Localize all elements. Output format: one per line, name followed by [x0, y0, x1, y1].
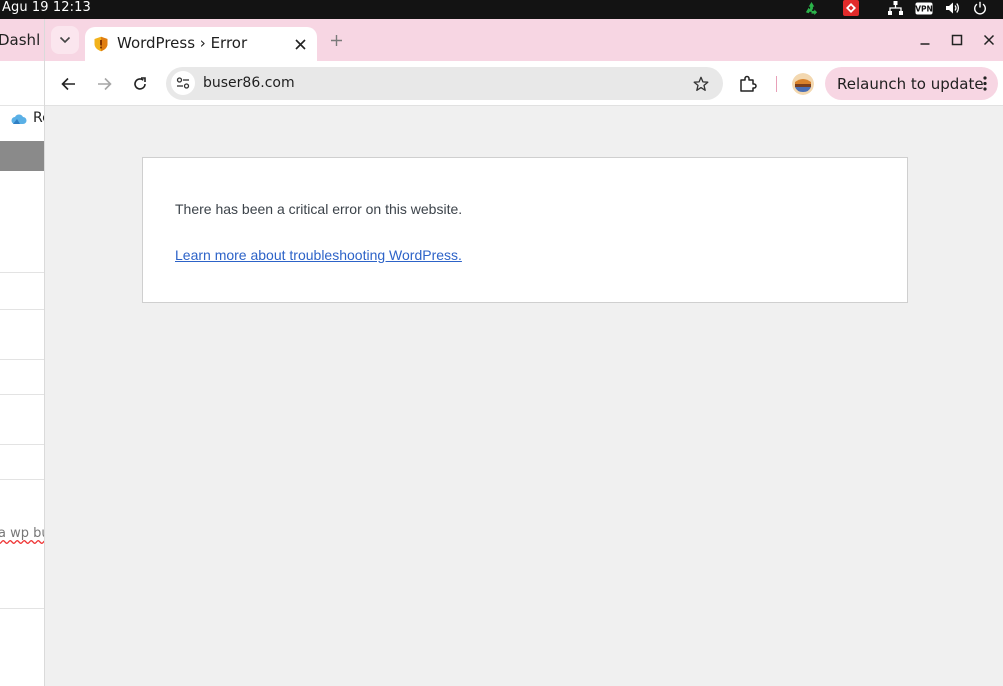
- reload-icon: [134, 77, 146, 90]
- minimize-button[interactable]: [915, 30, 935, 50]
- power-icon[interactable]: [971, 0, 989, 16]
- close-icon: [294, 38, 306, 50]
- menu-dots-icon[interactable]: [982, 75, 988, 92]
- puzzle-icon: [740, 75, 757, 92]
- error-message: There has been a critical error on this …: [175, 201, 463, 217]
- divider: [0, 394, 44, 395]
- anydesk-icon[interactable]: [842, 0, 860, 16]
- error-message-box: There has been a critical error on this …: [142, 157, 908, 303]
- relaunch-button[interactable]: Relaunch to update: [825, 67, 998, 100]
- background-tab-label: Dashl: [0, 31, 41, 49]
- back-button[interactable]: [53, 69, 83, 99]
- vpn-icon[interactable]: VPN: [914, 0, 934, 16]
- site-info-button[interactable]: [171, 71, 195, 95]
- troubleshooting-link[interactable]: Learn more about troubleshooting WordPre…: [175, 247, 462, 263]
- svg-text:VPN: VPN: [915, 4, 933, 13]
- shield-warning-icon: [93, 36, 109, 52]
- reload-button[interactable]: [125, 69, 155, 99]
- toolbar-separator: [776, 76, 777, 92]
- browser-toolbar: buser86.com Relaunch to update: [45, 61, 1003, 106]
- network-icon[interactable]: [886, 0, 904, 16]
- divider: [0, 359, 44, 360]
- background-bookmark-label: Re: [33, 110, 44, 126]
- extensions-button[interactable]: [737, 73, 759, 95]
- tune-icon: [176, 77, 190, 89]
- background-toolbar: [0, 61, 44, 106]
- browser-window: WordPress › Error buser86.com Relaunch t…: [45, 19, 1003, 686]
- arrow-right-icon: [97, 77, 112, 91]
- divider: [0, 479, 44, 480]
- forward-button[interactable]: [89, 69, 119, 99]
- volume-icon[interactable]: [943, 0, 961, 16]
- divider: [0, 309, 44, 310]
- background-tab[interactable]: Dashl: [0, 19, 44, 61]
- tab-title: WordPress › Error: [117, 34, 248, 52]
- chevron-down-icon: [59, 36, 71, 44]
- arrow-left-icon: [60, 77, 75, 91]
- page-content: There has been a critical error on this …: [45, 107, 1003, 686]
- background-bookmark[interactable]: Re: [0, 107, 44, 131]
- close-window-button[interactable]: [979, 30, 999, 50]
- plus-icon: [330, 34, 342, 46]
- background-browser-window[interactable]: Dashl Re a wp bu: [0, 19, 45, 686]
- tab-close-button[interactable]: [291, 35, 309, 53]
- background-header-bar: [0, 141, 44, 171]
- close-icon: [983, 34, 995, 46]
- system-clock[interactable]: Agu 19 12:13: [2, 0, 91, 16]
- address-bar[interactable]: buser86.com: [166, 67, 723, 100]
- cloud-icon: [11, 114, 27, 124]
- maximize-icon: [951, 34, 963, 46]
- system-top-bar: Agu 19 12:13 VPN: [0, 0, 1003, 19]
- maximize-button[interactable]: [947, 30, 967, 50]
- minimize-icon: [920, 43, 930, 45]
- bookmark-star-button[interactable]: [691, 74, 711, 94]
- divider: [0, 444, 44, 445]
- address-url[interactable]: buser86.com: [203, 75, 295, 91]
- divider: [0, 608, 44, 609]
- new-tab-button[interactable]: [326, 30, 346, 50]
- star-icon: [693, 76, 709, 91]
- recycle-icon[interactable]: [802, 0, 820, 16]
- divider: [0, 272, 44, 273]
- tab-strip: WordPress › Error: [45, 19, 1003, 61]
- tab-search-button[interactable]: [51, 26, 79, 54]
- background-spellcheck-text: a wp bu: [0, 526, 44, 541]
- profile-avatar[interactable]: [792, 73, 814, 95]
- tab-wordpress-error[interactable]: WordPress › Error: [85, 27, 317, 61]
- relaunch-label: Relaunch to update: [837, 75, 984, 93]
